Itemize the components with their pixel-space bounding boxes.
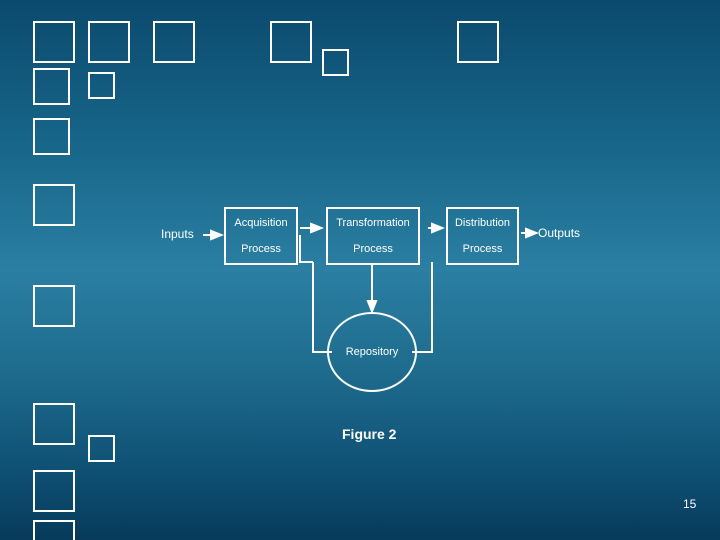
distribution-process-line2: Process: [462, 242, 503, 255]
repository-circle[interactable]: Repository: [327, 312, 417, 392]
decorative-square: [457, 21, 499, 63]
repository-label: Repository: [345, 346, 399, 358]
decorative-square: [88, 21, 130, 63]
transformation-process-box[interactable]: Transformation Process: [326, 207, 420, 265]
decorative-square: [88, 72, 115, 99]
transformation-process-line2: Process: [353, 242, 393, 255]
decorative-square: [33, 520, 75, 540]
slide-canvas: Inputs Acquisition Process Transformatio…: [0, 0, 720, 540]
acquisition-process-line1: Acquisition: [234, 216, 288, 229]
decorative-square: [33, 403, 75, 445]
distribution-process-box[interactable]: Distribution Process: [446, 207, 519, 265]
transformation-process-line1: Transformation: [336, 216, 410, 229]
decorative-square: [270, 21, 312, 63]
page-number: 15: [683, 497, 697, 511]
inputs-label: Inputs: [161, 227, 194, 241]
decorative-square: [33, 118, 70, 155]
decorative-square: [33, 470, 75, 512]
distribution-process-line1: Distribution: [454, 216, 511, 229]
acquisition-process-box[interactable]: Acquisition Process: [224, 207, 298, 265]
decorative-square: [33, 21, 75, 63]
figure-caption: Figure 2: [342, 426, 397, 442]
decorative-square: [322, 49, 349, 76]
decorative-square: [33, 68, 70, 105]
outputs-label: Outputs: [538, 226, 581, 240]
decorative-square: [33, 184, 75, 226]
acquisition-process-line2: Process: [241, 242, 281, 255]
decorative-square: [33, 285, 75, 327]
decorative-square: [153, 21, 195, 63]
decorative-square: [88, 435, 115, 462]
